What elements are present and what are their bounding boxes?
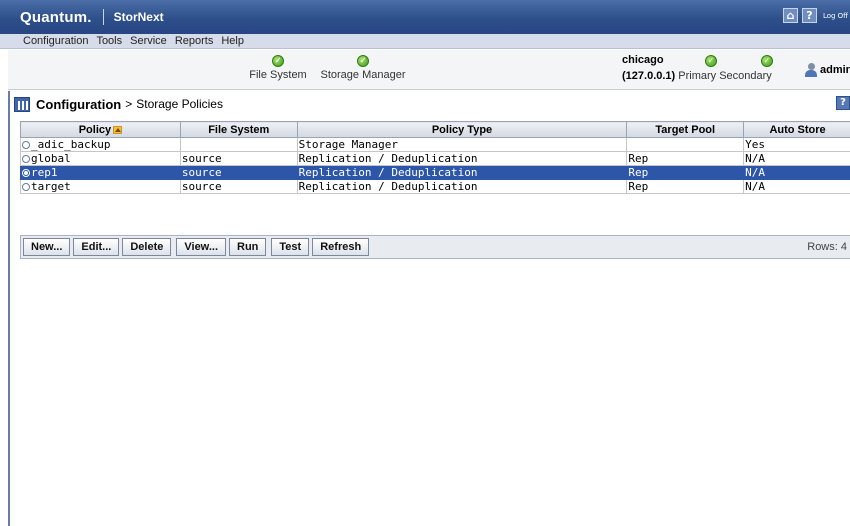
policy-type-cell: Storage Manager xyxy=(296,137,628,152)
table-row[interactable]: _adic_backup Storage Manager Yes xyxy=(20,137,850,152)
target-pool-cell: Rep xyxy=(626,179,745,194)
menu-service[interactable]: Service xyxy=(130,35,167,47)
host-ip: (127.0.0.1) xyxy=(622,70,676,82)
breadcrumb-separator: > xyxy=(125,97,133,111)
stornext-logo: StorNext xyxy=(113,10,164,24)
secondary-label: Secondary xyxy=(719,70,772,82)
user-menu[interactable]: admin xyxy=(804,63,850,77)
run-button[interactable]: Run xyxy=(229,238,267,256)
column-header-policy-type[interactable]: Policy Type xyxy=(296,121,628,138)
content-frame: Configuration > Storage Policies ? Polic… xyxy=(8,91,850,526)
column-header-auto-store[interactable]: Auto Store xyxy=(743,121,850,138)
secondary-ok-icon: ✓ xyxy=(761,55,773,67)
help-icon[interactable]: ? xyxy=(801,8,817,23)
logoff-link[interactable]: Log Off xyxy=(823,12,848,20)
storage-manager-status[interactable]: ✓ Storage Manager xyxy=(318,54,408,81)
target-pool-cell: Rep xyxy=(626,151,745,166)
host-ip-line: (127.0.0.1) Primary Secondary xyxy=(622,70,772,82)
target-pool-cell: Rep xyxy=(626,165,745,180)
row-radio[interactable] xyxy=(22,183,30,191)
policies-table: Policy File System Policy Type Target Po… xyxy=(20,121,850,194)
file-system-label: File System xyxy=(249,69,307,81)
brand-separator xyxy=(102,9,104,25)
auto-store-cell: Yes xyxy=(743,137,850,152)
top-icons: ⌂ ? Log Off xyxy=(782,8,850,23)
host-name: chicago xyxy=(622,54,664,66)
delete-button[interactable]: Delete xyxy=(122,238,172,256)
brand-bar: Quantum. StorNext ⌂ ? Log Off xyxy=(0,0,850,34)
auto-store-cell: N/A xyxy=(743,179,850,194)
row-radio-selected[interactable] xyxy=(22,169,30,177)
auto-store-cell: N/A xyxy=(743,165,850,180)
primary-label: Primary xyxy=(678,70,717,82)
ok-check-icon: ✓ xyxy=(357,55,369,67)
menu-bar: Configuration Tools Service Reports Help xyxy=(0,34,850,49)
new-button[interactable]: New... xyxy=(23,238,71,256)
user-name: admin xyxy=(820,64,850,76)
menu-tools[interactable]: Tools xyxy=(96,35,122,47)
policy-cell: _adic_backup xyxy=(20,137,181,152)
test-button[interactable]: Test xyxy=(271,238,310,256)
file-system-cell: source xyxy=(179,151,298,166)
sort-ascending-icon xyxy=(113,125,123,134)
policy-type-cell: Replication / Deduplication xyxy=(296,165,628,180)
menu-reports[interactable]: Reports xyxy=(175,35,214,47)
file-system-status[interactable]: ✓ File System xyxy=(248,54,308,81)
column-header-file-system[interactable]: File System xyxy=(179,121,298,138)
action-toolbar: New... Edit... Delete View... Run Test R… xyxy=(20,235,850,259)
policy-cell: rep1 xyxy=(20,165,181,180)
edit-button[interactable]: Edit... xyxy=(73,238,120,256)
file-system-cell: source xyxy=(179,179,298,194)
page-header: Configuration > Storage Policies ? xyxy=(10,91,850,117)
app-window: Quantum. StorNext ⌂ ? Log Off Configurat… xyxy=(0,0,850,526)
menu-help[interactable]: Help xyxy=(221,35,244,47)
policy-type-cell: Replication / Deduplication xyxy=(296,179,628,194)
column-header-target-pool[interactable]: Target Pool xyxy=(626,121,745,138)
table-row[interactable]: global source Replication / Deduplicatio… xyxy=(20,151,850,166)
configuration-icon xyxy=(14,96,30,112)
user-icon xyxy=(804,63,818,77)
table-row-selected[interactable]: rep1 source Replication / Deduplication … xyxy=(20,165,850,180)
ok-check-icon: ✓ xyxy=(272,55,284,67)
status-bar: ✓ File System ✓ Storage Manager chicago … xyxy=(8,50,850,90)
column-header-policy[interactable]: Policy xyxy=(20,121,181,138)
policy-cell: global xyxy=(20,151,181,166)
table-row[interactable]: target source Replication / Deduplicatio… xyxy=(20,179,850,194)
policy-type-cell: Replication / Deduplication xyxy=(296,151,628,166)
row-radio[interactable] xyxy=(22,155,30,163)
view-button[interactable]: View... xyxy=(176,238,227,256)
policy-cell: target xyxy=(20,179,181,194)
row-radio[interactable] xyxy=(22,141,30,149)
refresh-button[interactable]: Refresh xyxy=(312,238,370,256)
table-header-row: Policy File System Policy Type Target Po… xyxy=(20,121,850,138)
file-system-cell: source xyxy=(179,165,298,180)
primary-ok-icon: ✓ xyxy=(705,55,717,67)
storage-manager-label: Storage Manager xyxy=(320,69,406,81)
breadcrumb: Storage Policies xyxy=(136,97,223,111)
row-count: Rows: 4 xyxy=(807,241,847,253)
quantum-logo: Quantum. xyxy=(20,8,92,26)
menu-configuration[interactable]: Configuration xyxy=(23,35,88,47)
auto-store-cell: N/A xyxy=(743,151,850,166)
page-help-icon[interactable]: ? xyxy=(836,96,850,110)
home-icon[interactable]: ⌂ xyxy=(782,8,798,23)
target-pool-cell xyxy=(626,137,745,152)
file-system-cell xyxy=(179,137,298,152)
page-title: Configuration xyxy=(36,96,122,112)
